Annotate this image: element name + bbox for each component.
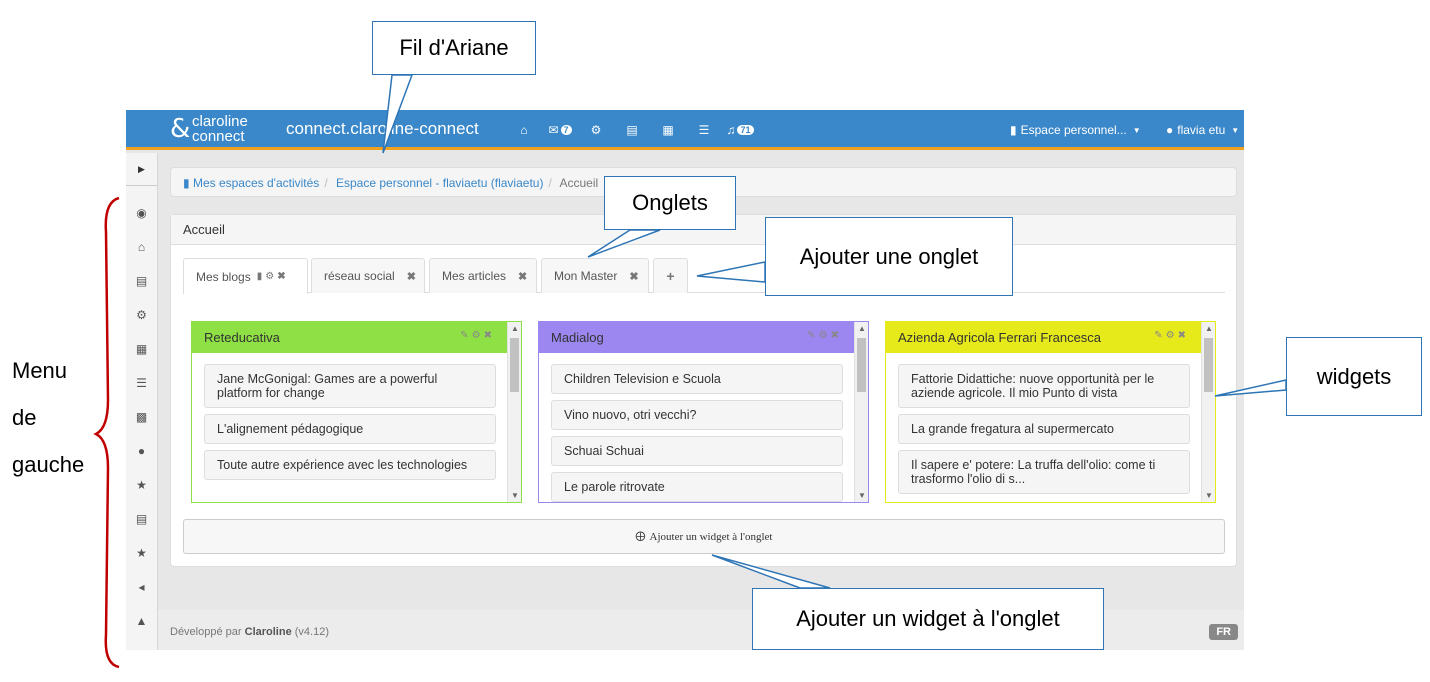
nav-icon-group: ⌂ ✉ 7 ⚙ ▤ ▦ ☰ ♫ 71	[506, 110, 758, 150]
widget-tools[interactable]: ✎⚙✖	[807, 330, 842, 341]
gear-icon[interactable]: ⚙	[265, 271, 274, 282]
callout-ajouter-onglet: Ajouter une onglet	[765, 217, 1013, 296]
book-icon: ▮	[1010, 123, 1017, 137]
messages-badge: 7	[560, 125, 572, 135]
claroline-logo[interactable]: & claroline connect	[166, 113, 266, 145]
tab-mes-blogs[interactable]: Mes blogs ▮ ⚙ ✖	[183, 258, 308, 294]
breadcrumb-separator: /	[324, 176, 328, 190]
widget-scrollbar[interactable]: ▲ ▼	[1201, 322, 1215, 502]
logo-ampersand-icon: &	[170, 114, 191, 144]
user-menu[interactable]: ● flavia etu ▼	[1166, 110, 1239, 150]
breadcrumb-link-workspaces[interactable]: Mes espaces d'activités	[193, 176, 319, 190]
trophy-icon[interactable]: ★	[126, 536, 157, 570]
folder-icon[interactable]: ▤	[126, 264, 157, 298]
home-icon[interactable]: ⌂	[126, 230, 157, 264]
widget-scrollbar[interactable]: ▲ ▼	[507, 322, 521, 502]
bookmark-icon[interactable]: ▮	[257, 271, 263, 282]
close-icon[interactable]: ✖	[277, 271, 285, 282]
callout-onglets: Onglets	[604, 176, 736, 230]
list-item[interactable]: Fattorie Didattiche: nuove opportunità p…	[898, 364, 1190, 408]
annotated-screenshot: & claroline connect connect.claroline-con…	[0, 0, 1430, 682]
widget-header: Reteducativa ✎⚙✖	[192, 322, 521, 353]
bar-chart-icon[interactable]: ▩	[126, 400, 157, 434]
widget-scrollbar[interactable]: ▲ ▼	[854, 322, 868, 502]
workspace-menu[interactable]: ▮ Espace personnel... ▼	[1010, 110, 1141, 150]
widget-header: Madialog ✎⚙✖	[539, 322, 868, 353]
label-menu: Menu	[12, 358, 68, 383]
label-de: de	[12, 405, 37, 430]
tab-bar: Mes blogs ▮ ⚙ ✖ réseau social ✖ Mes arti…	[183, 258, 1225, 294]
widget-madialog: Madialog ✎⚙✖ Children Television e Scuol…	[538, 321, 869, 503]
callout-widgets: widgets	[1286, 337, 1422, 416]
trophy-icon[interactable]: ★	[126, 468, 157, 502]
widget-reteducativa: Reteducativa ✎⚙✖ Jane McGonigal: Games a…	[191, 321, 522, 503]
logo-text: claroline connect	[192, 113, 248, 145]
callout-fil-ariane: Fil d'Ariane	[372, 21, 536, 75]
list-item[interactable]: Toute autre expérience avec les technolo…	[204, 450, 496, 480]
folder-icon[interactable]: ▤	[614, 110, 650, 150]
add-widget-button[interactable]: ⨁ Ajouter un widget à l'onglet	[183, 519, 1225, 554]
notifications-icon[interactable]: ♫ 71	[722, 110, 758, 150]
close-icon[interactable]: ✖	[518, 270, 527, 283]
calendar-icon[interactable]: ▦	[650, 110, 686, 150]
list-item[interactable]: Children Television e Scuola	[551, 364, 843, 394]
user-icon[interactable]: ●	[126, 434, 157, 468]
home-icon[interactable]: ⌂	[506, 110, 542, 150]
calendar-icon[interactable]: ▦	[126, 332, 157, 366]
messages-icon[interactable]: ✉ 7	[542, 110, 578, 150]
plus-circle-icon: ⨁	[635, 531, 646, 542]
widget-header: Azienda Agricola Ferrari Francesca ✎⚙✖	[886, 322, 1215, 353]
list-icon[interactable]: ☰	[686, 110, 722, 150]
widget-tools[interactable]: ✎⚙✖	[460, 330, 495, 341]
widget-body: Fattorie Didattiche: nuove opportunità p…	[886, 353, 1202, 502]
book-icon: ▮	[183, 176, 190, 190]
list-item[interactable]: Vino nuovo, otri vecchi?	[551, 400, 843, 430]
left-menu-brace	[93, 196, 120, 669]
tab-mon-master[interactable]: Mon Master ✖	[541, 258, 649, 293]
close-icon[interactable]: ✖	[407, 270, 416, 283]
widget-body: Jane McGonigal: Games are a powerful pla…	[192, 353, 508, 502]
chevron-down-icon: ▼	[1231, 125, 1240, 135]
graduation-cap-icon[interactable]: ▲	[126, 604, 157, 638]
chevron-down-icon: ▼	[1132, 125, 1141, 135]
notifications-badge: 71	[737, 125, 754, 135]
home-panel: Accueil Mes blogs ▮ ⚙ ✖ réseau social ✖ …	[170, 214, 1237, 567]
top-navbar: & claroline connect connect.claroline-con…	[126, 110, 1244, 150]
server-icon[interactable]: ▤	[126, 502, 157, 536]
add-tab-button[interactable]: +	[653, 258, 688, 293]
chevron-double-down-icon[interactable]: ⌄	[126, 638, 157, 650]
breadcrumb-current: Accueil	[559, 176, 599, 190]
label-gauche: gauche	[12, 452, 85, 477]
list-item[interactable]: Il sapere e' potere: La truffa dell'olio…	[898, 450, 1190, 494]
widget-body: Children Television e Scuola Vino nuovo,…	[539, 353, 855, 502]
callout-ajouter-widget: Ajouter un widget à l'onglet	[752, 588, 1104, 650]
breadcrumb-link-personal[interactable]: Espace personnel - flaviaetu (flaviaetu)	[336, 176, 543, 190]
language-badge[interactable]: FR	[1209, 624, 1238, 640]
eye-icon[interactable]: ◉	[126, 196, 157, 230]
app-title[interactable]: connect.claroline-connect	[286, 119, 479, 139]
tools-icon[interactable]: ⚙	[578, 110, 614, 150]
left-sidebar: ▶ ◉ ⌂ ▤ ⚙ ▦ ☰ ▩ ● ★ ▤ ★ ◂ ▲ ⌄	[126, 153, 158, 650]
list-item[interactable]: Jane McGonigal: Games are a powerful pla…	[204, 364, 496, 408]
list-icon[interactable]: ☰	[126, 366, 157, 400]
footer-credits: Développé par Claroline (v4.12)	[170, 626, 330, 638]
widget-tools[interactable]: ✎⚙✖	[1154, 330, 1189, 341]
widget-azienda-agricola: Azienda Agricola Ferrari Francesca ✎⚙✖ F…	[885, 321, 1216, 503]
list-item[interactable]: Le parole ritrovate	[551, 472, 843, 502]
share-icon[interactable]: ◂	[126, 570, 157, 604]
list-item[interactable]: L'alignement pédagogique	[204, 414, 496, 444]
sidebar-toggle-icon[interactable]: ▶	[126, 153, 157, 186]
list-item[interactable]: Schuai Schuai	[551, 436, 843, 466]
breadcrumb-separator: /	[548, 176, 552, 190]
tab-reseau-social[interactable]: réseau social ✖	[311, 258, 425, 293]
tab-mes-articles[interactable]: Mes articles ✖	[429, 258, 537, 293]
close-icon[interactable]: ✖	[629, 270, 638, 283]
list-item[interactable]: La grande fregatura al supermercato	[898, 414, 1190, 444]
gears-icon[interactable]: ⚙	[126, 298, 157, 332]
user-icon: ●	[1166, 123, 1174, 137]
